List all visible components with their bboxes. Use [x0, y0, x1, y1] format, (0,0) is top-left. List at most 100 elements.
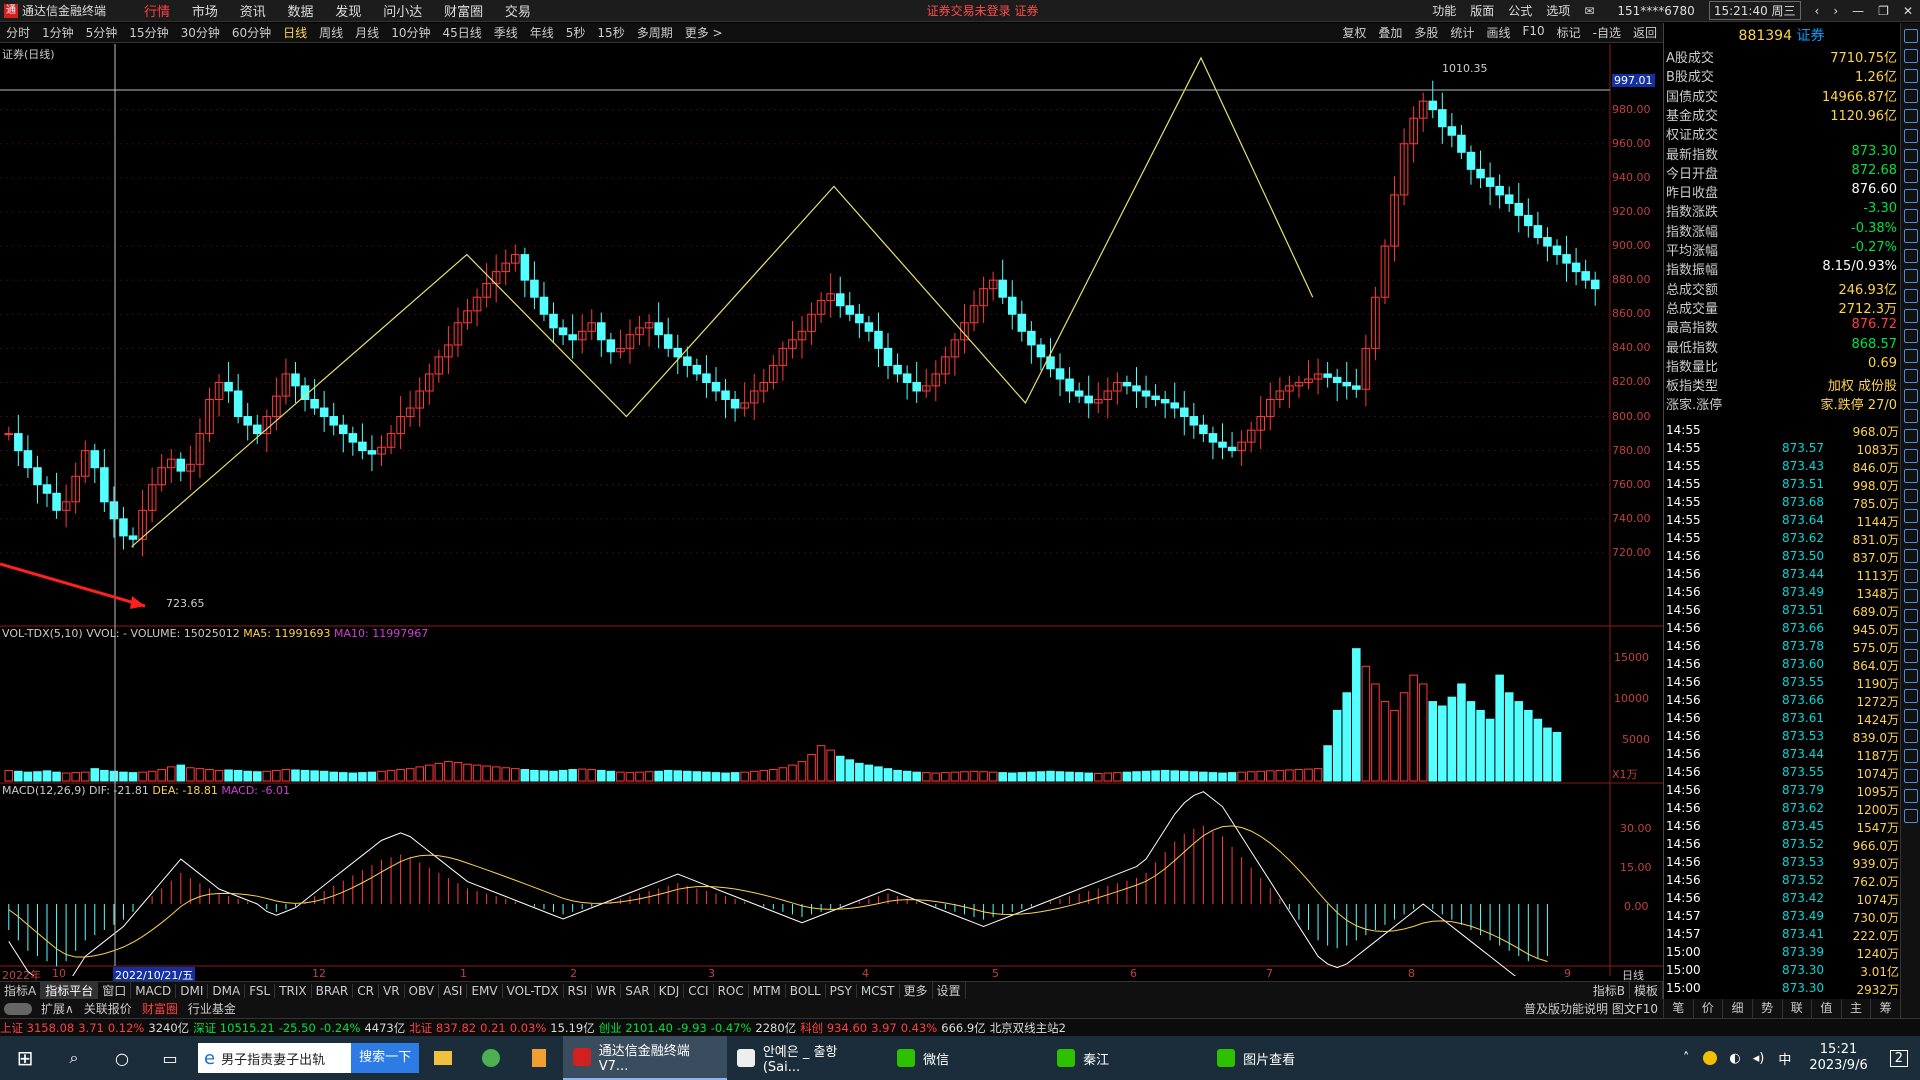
browser-icon[interactable]: [467, 1036, 515, 1080]
period-quarter[interactable]: 季线: [488, 24, 524, 41]
side-tool-icon[interactable]: [1904, 449, 1918, 463]
volume-icon[interactable]: ◂): [1753, 1051, 1765, 1066]
side-tool-icon[interactable]: [1904, 249, 1918, 263]
indicator-tab[interactable]: BRAR: [312, 983, 354, 998]
menu-layout[interactable]: 版面: [1470, 2, 1494, 19]
side-tool-icon[interactable]: [1904, 329, 1918, 343]
side-tool-icon[interactable]: [1904, 649, 1918, 663]
forward-icon[interactable]: ›: [1833, 4, 1838, 18]
panel-tab[interactable]: 细: [1722, 999, 1752, 1018]
side-tool-icon[interactable]: [1904, 109, 1918, 123]
period-1min[interactable]: 1分钟: [36, 24, 80, 41]
indicator-tab[interactable]: VOL-TDX: [503, 983, 564, 998]
tool-overlay[interactable]: 叠加: [1372, 24, 1408, 41]
indicator-tab[interactable]: MACD: [131, 983, 177, 998]
tool-stats[interactable]: 统计: [1444, 24, 1480, 41]
folder-icon[interactable]: [419, 1036, 467, 1080]
menu-formula[interactable]: 公式: [1508, 2, 1532, 19]
indicator-tab[interactable]: CR: [353, 983, 379, 998]
mail-icon[interactable]: ✉: [1584, 4, 1594, 18]
side-tool-icon[interactable]: [1904, 529, 1918, 543]
side-tool-icon[interactable]: [1904, 809, 1918, 823]
menu-options[interactable]: 选项: [1546, 2, 1570, 19]
close-icon[interactable]: ✕: [1903, 4, 1913, 18]
indicator-tab[interactable]: 指标A: [0, 982, 42, 999]
indicator-tab[interactable]: PSY: [826, 983, 857, 998]
side-tool-icon[interactable]: [1904, 469, 1918, 483]
period-year[interactable]: 年线: [524, 24, 560, 41]
side-tool-icon[interactable]: [1904, 709, 1918, 723]
indicator-tab[interactable]: FSL: [245, 983, 276, 998]
back-icon[interactable]: ‹: [1815, 4, 1820, 18]
period-5sec[interactable]: 5秒: [560, 24, 592, 41]
period-more[interactable]: 更多 >: [679, 24, 729, 41]
period-10min[interactable]: 10分钟: [385, 24, 436, 41]
search-button[interactable]: 搜索一下: [351, 1043, 420, 1073]
taskbar-images[interactable]: 图片查看: [1207, 1036, 1367, 1080]
taskbar-clock[interactable]: 15:21 2023/9/6: [1809, 1042, 1867, 1074]
panel-tab[interactable]: 主: [1840, 999, 1871, 1018]
indicator-tab[interactable]: MCST: [857, 983, 900, 998]
side-tool-icon[interactable]: [1904, 609, 1918, 623]
side-tool-icon[interactable]: [1904, 629, 1918, 643]
taskbar-wechat[interactable]: 微信: [887, 1036, 1047, 1080]
indicator-tab[interactable]: DMA: [208, 983, 246, 998]
side-tool-icon[interactable]: [1904, 49, 1918, 63]
indicator-tab[interactable]: DMI: [176, 983, 209, 998]
side-tool-icon[interactable]: [1904, 669, 1918, 683]
side-tool-icon[interactable]: [1904, 389, 1918, 403]
tool-multistock[interactable]: 多股: [1408, 24, 1444, 41]
search-query[interactable]: 男子指责妻子出轨: [221, 1049, 351, 1068]
indicator-tab[interactable]: TRIX: [275, 983, 312, 998]
notification-icon[interactable]: 2: [1889, 1049, 1908, 1067]
indicator-tab[interactable]: BOLL: [786, 983, 826, 998]
tool-back[interactable]: 返回: [1627, 24, 1663, 41]
restore-icon[interactable]: ❐: [1878, 4, 1889, 18]
period-45day[interactable]: 45日线: [436, 24, 487, 41]
period-5min[interactable]: 5分钟: [80, 24, 124, 41]
indicator-tab[interactable]: 窗口: [98, 982, 132, 999]
indicator-b-tab[interactable]: 指标B: [1589, 982, 1630, 999]
side-tool-icon[interactable]: [1904, 769, 1918, 783]
kline-svg[interactable]: [0, 44, 1663, 976]
side-tool-icon[interactable]: [1904, 209, 1918, 223]
menu-trade[interactable]: 交易: [496, 1, 540, 20]
tray-expand-icon[interactable]: ˄: [1683, 1051, 1690, 1066]
side-tool-icon[interactable]: [1904, 269, 1918, 283]
side-tool-icon[interactable]: [1904, 89, 1918, 103]
period-multi[interactable]: 多周期: [631, 24, 679, 41]
menu-function[interactable]: 功能: [1432, 2, 1456, 19]
kline-chart-area[interactable]: 证券(日线) 1010.35 723.65 997.01 980.00 960.0…: [0, 44, 1663, 983]
login-warning[interactable]: 证券交易未登录 证券: [927, 2, 1039, 19]
tray-app-icon[interactable]: [1703, 1051, 1718, 1065]
indicator-tab[interactable]: 更多: [900, 982, 933, 999]
indicator-tab[interactable]: ASI: [439, 983, 468, 998]
side-tool-icon[interactable]: [1904, 29, 1918, 43]
indicator-tab[interactable]: EMV: [467, 983, 503, 998]
template-tab[interactable]: 模板: [1630, 982, 1663, 999]
side-tool-icon[interactable]: [1904, 689, 1918, 703]
taskbar-music[interactable]: 안예은 _ 출항 (Sai...: [727, 1036, 887, 1080]
side-tool-icon[interactable]: [1904, 69, 1918, 83]
side-tool-icon[interactable]: [1904, 149, 1918, 163]
side-tool-icon[interactable]: [1904, 169, 1918, 183]
indicator-tab[interactable]: 设置: [933, 982, 966, 999]
indicator-tab[interactable]: KDJ: [655, 983, 685, 998]
side-tool-icon[interactable]: [1904, 409, 1918, 423]
tool-draw[interactable]: 画线: [1480, 24, 1516, 41]
period-monthly[interactable]: 月线: [349, 24, 385, 41]
menu-market[interactable]: 市场: [183, 1, 227, 20]
period-15min[interactable]: 15分钟: [123, 24, 174, 41]
panel-tab[interactable]: 价: [1692, 999, 1723, 1018]
tab-related-quotes[interactable]: 关联报价: [79, 1000, 137, 1017]
side-tool-icon[interactable]: [1904, 589, 1918, 603]
tool-rights[interactable]: 复权: [1336, 24, 1372, 41]
panel-tab[interactable]: 笔: [1663, 999, 1693, 1018]
period-15sec[interactable]: 15秒: [591, 24, 630, 41]
side-tool-icon[interactable]: [1904, 189, 1918, 203]
period-60min[interactable]: 60分钟: [226, 24, 277, 41]
tab-expand[interactable]: 扩展∧: [36, 1000, 79, 1017]
toggle-switch-icon[interactable]: [4, 1002, 32, 1015]
period-weekly[interactable]: 周线: [313, 24, 349, 41]
side-tool-icon[interactable]: [1904, 289, 1918, 303]
